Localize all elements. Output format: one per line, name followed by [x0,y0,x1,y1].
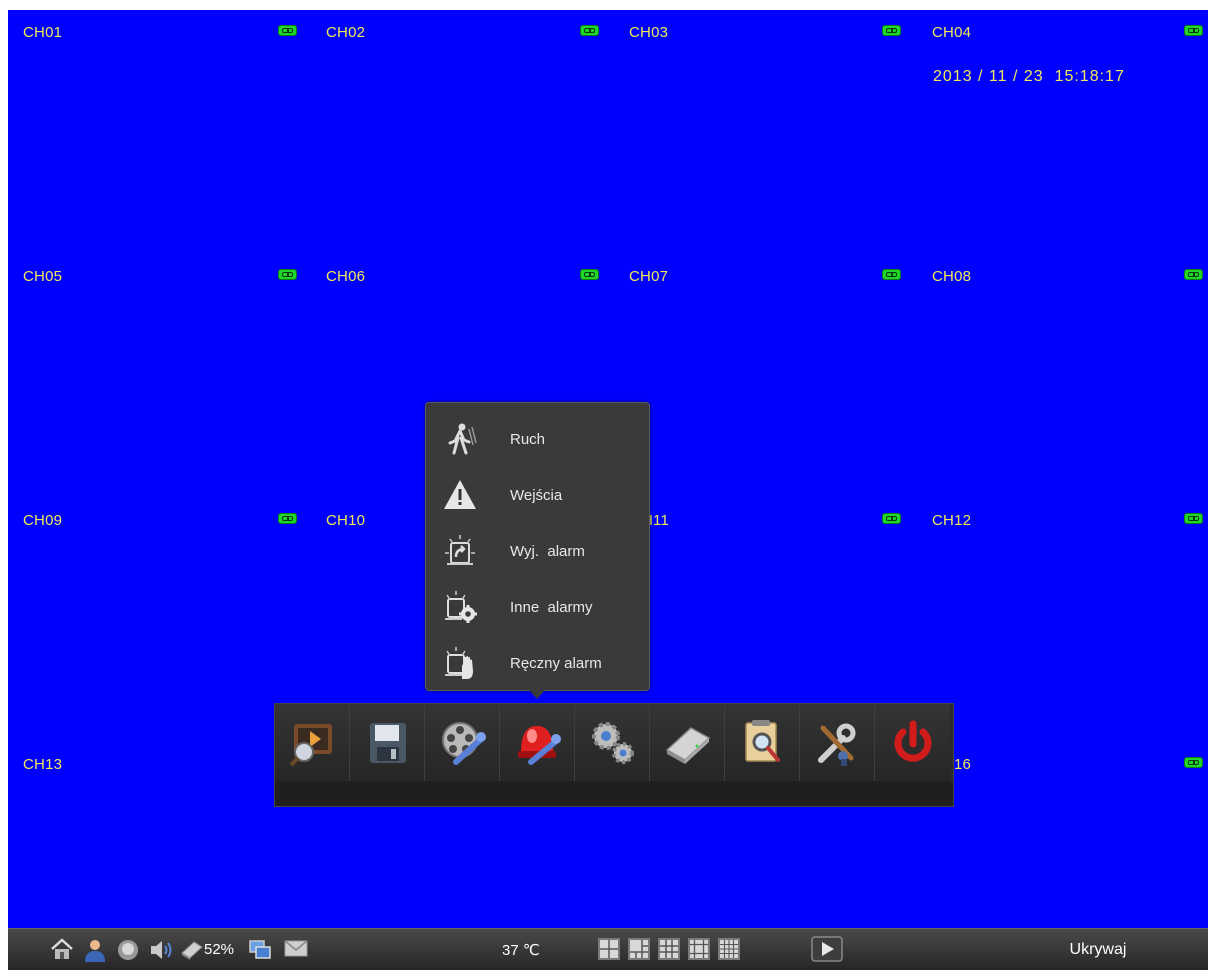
date-time-display: 2013 / 11 / 23 15:18:17 [933,68,1125,85]
channel-cell[interactable]: CH05 [8,254,310,498]
channel-label: CH05 [23,268,63,285]
layout-13-icon[interactable] [688,938,710,960]
channel-label: CH10 [326,512,366,529]
tools-button[interactable] [800,704,875,781]
gears-icon [592,722,634,764]
channel-label: CH13 [23,756,63,773]
manual-alarm-icon [445,647,473,679]
power-button[interactable] [875,704,950,781]
channel-label: CH04 [932,24,972,41]
playback-search-icon [289,724,332,767]
other-alarms-icon [445,591,477,623]
channel-label: CH12 [932,512,972,529]
menu-item-label: Wejścia [510,487,563,504]
floppy-icon [370,723,406,763]
system-settings-button[interactable] [575,704,650,781]
record-status-icon [1184,269,1203,280]
channel-cell[interactable]: CH07 [612,254,914,498]
hdd-button[interactable] [650,704,725,781]
film-reel-wrench-icon [442,722,486,765]
channel-cell[interactable]: CH04 [914,10,1208,254]
playback-search-button[interactable] [275,704,350,781]
record-status-icon [580,269,599,280]
channel-cell[interactable]: CH02 [310,10,612,254]
speaker-icon[interactable] [148,938,174,962]
alarm-output-icon [445,535,475,565]
menu-item-other-alarms[interactable]: Inne alarmy [426,577,649,633]
channel-label: 16 [954,756,972,773]
channel-label: CH08 [932,268,972,285]
record-status-icon [1184,757,1203,768]
backup-button[interactable] [350,704,425,781]
record-status-icon [882,269,901,280]
menu-item-motion[interactable]: Ruch [426,409,649,465]
channel-cell[interactable]: CH09 [8,498,310,742]
network-icon[interactable] [248,938,272,962]
mail-icon[interactable] [284,938,308,958]
channel-label: CH01 [23,24,63,41]
record-status-icon [1184,513,1203,524]
record-status-icon [1184,25,1203,36]
channel-label: CH06 [326,268,366,285]
menu-item-label: Wyj. alarm [510,543,585,560]
record-status-icon [278,25,297,36]
face-icon[interactable] [116,938,140,962]
channel-cell[interactable]: CH08 [914,254,1208,498]
channel-label: CH09 [23,512,63,529]
alarm-settings-button[interactable] [500,704,575,781]
hard-disk-icon [665,727,711,764]
channel-cell[interactable]: CH03 [612,10,914,254]
status-bar: 52% 37 ℃ Ukrywaj [8,928,1208,970]
record-status-icon [278,513,297,524]
sequence-play-icon[interactable] [811,936,843,962]
hide-button[interactable]: Ukrywaj [998,929,1198,970]
alarm-wrench-icon [518,726,561,765]
layout-16-icon[interactable] [718,938,740,960]
record-settings-button[interactable] [425,704,500,781]
user-icon[interactable] [83,938,107,962]
warning-icon [444,480,476,509]
layout-9-icon[interactable] [658,938,680,960]
record-status-icon [580,25,599,36]
channel-label: CH07 [629,268,669,285]
channel-cell[interactable]: 16 [914,742,1208,928]
home-icon[interactable] [50,938,74,960]
log-search-button[interactable] [725,704,800,781]
hdd-usage: 52% [204,941,235,958]
menu-item-label: Ręczny alarm [510,655,602,672]
temperature: 37 ℃ [502,942,540,959]
channel-cell[interactable]: CH12 [914,498,1208,742]
menu-item-alarm-output[interactable]: Wyj. alarm [426,521,649,577]
menu-item-label: Inne alarmy [510,599,593,616]
power-icon [894,720,932,762]
channel-cell[interactable]: CH13 [8,742,310,928]
channel-label: CH03 [629,24,669,41]
record-status-icon [882,513,901,524]
motion-icon [448,423,477,455]
channel-label: CH02 [326,24,366,41]
layout-4-icon[interactable] [598,938,620,960]
record-status-icon [278,269,297,280]
record-status-icon [882,25,901,36]
alarm-submenu: Ruch Wejścia Wyj. alarm Inne alarmy Ręcz… [425,402,650,699]
hdd-icon [181,941,203,960]
menu-item-inputs[interactable]: Wejścia [426,465,649,521]
main-toolbar [274,703,954,807]
layout-6-icon[interactable] [628,938,650,960]
tools-icon [818,723,856,766]
log-search-icon [745,720,780,762]
menu-item-label: Ruch [510,431,546,448]
channel-cell[interactable]: CH01 [8,10,310,254]
menu-item-manual-alarm[interactable]: Ręczny alarm [426,633,649,689]
